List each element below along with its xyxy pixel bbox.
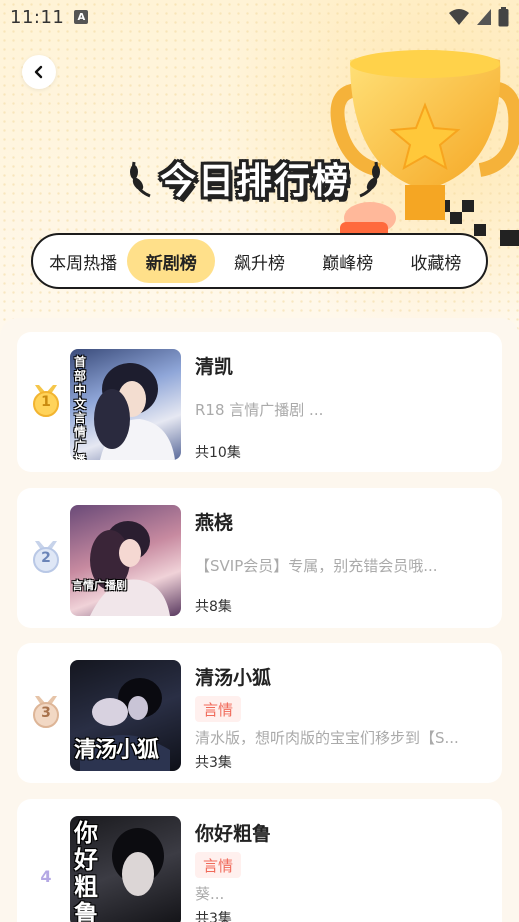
cover-text: 言情广播剧 <box>72 579 127 592</box>
tab-weekly-hot[interactable]: 本周热播 <box>39 239 127 283</box>
tab-new-drama[interactable]: 新剧榜 <box>127 239 216 283</box>
laurel-left-icon <box>129 161 151 198</box>
cover-image: 首部中文言情广播剧 <box>70 349 181 460</box>
book-title: 你好粗鲁 <box>195 823 272 845</box>
rank-2-medal-icon: 2 <box>31 540 61 574</box>
tab-peak[interactable]: 巅峰榜 <box>304 239 392 283</box>
book-description: 【SVIP会员】专属，别充错会员哦... <box>195 557 438 575</box>
rank-3-medal-icon: 3 <box>31 695 61 729</box>
back-button[interactable] <box>22 55 56 89</box>
genre-tag: 言情 <box>195 696 242 722</box>
status-icons <box>448 7 509 27</box>
status-bar: 11:11 A <box>0 0 519 34</box>
title-banner: 今日排行榜 <box>110 150 400 206</box>
ranking-tabs: 本周热播 新剧榜 飙升榜 巅峰榜 收藏榜 <box>31 233 488 289</box>
episode-count: 共8集 <box>195 599 232 615</box>
book-title: 清凯 <box>195 356 234 378</box>
notification-icon: A <box>74 10 89 24</box>
chevron-left-icon <box>34 65 43 79</box>
genre-tag: 言情 <box>195 852 242 878</box>
episode-count: 共3集 <box>195 911 232 922</box>
tab-favorites[interactable]: 收藏榜 <box>392 239 480 283</box>
ranking-list: 1 首部中文言情广播剧 清凯 R18 言情广播剧 ... 共10集 2 <box>0 318 519 922</box>
cover-text: 你好粗鲁 <box>74 819 98 922</box>
episode-count: 共3集 <box>195 755 232 771</box>
list-item[interactable]: 1 首部中文言情广播剧 清凯 R18 言情广播剧 ... 共10集 <box>17 332 502 472</box>
rank-number: 4 <box>40 866 52 886</box>
laurel-right-icon <box>359 161 380 198</box>
book-title: 燕桡 <box>195 512 234 534</box>
cover-text: 首部中文言情广播剧 <box>74 355 87 460</box>
episode-count: 共10集 <box>195 445 241 461</box>
page-title: 今日排行榜 <box>159 161 350 202</box>
tab-rising[interactable]: 飙升榜 <box>215 239 303 283</box>
cover-image: 言情广播剧 <box>70 505 181 616</box>
cover-image: 清汤小狐 <box>70 660 181 771</box>
wifi-icon <box>449 9 469 25</box>
list-item[interactable]: 3 清汤小狐 清汤小狐 言情 清水版，想听肉版的宝宝们移步到【S... 共3集 <box>17 643 502 783</box>
cover-text: 清汤小狐 <box>74 738 159 763</box>
rank-1-medal-icon: 1 <box>31 384 61 418</box>
rank-4: 4 <box>31 859 61 893</box>
book-title: 清汤小狐 <box>195 667 272 689</box>
list-item[interactable]: 2 言情广播剧 燕桡 【SVIP会员】专属，别充错会员哦... 共8集 <box>17 488 502 628</box>
battery-icon <box>498 7 509 27</box>
rank-number: 3 <box>41 705 51 721</box>
list-item[interactable]: 4 你好粗鲁 你好粗鲁 言情 葵... 共3集 <box>17 799 502 922</box>
book-description: 清水版，想听肉版的宝宝们移步到【S... <box>195 729 459 747</box>
cover-image: 你好粗鲁 <box>70 816 181 922</box>
book-description: 葵... <box>195 885 225 903</box>
status-time: 11:11 <box>10 6 65 28</box>
rank-number: 2 <box>41 550 51 566</box>
signal-icon <box>477 9 491 25</box>
rank-number: 1 <box>41 394 51 410</box>
book-description: R18 言情广播剧 ... <box>195 401 324 419</box>
